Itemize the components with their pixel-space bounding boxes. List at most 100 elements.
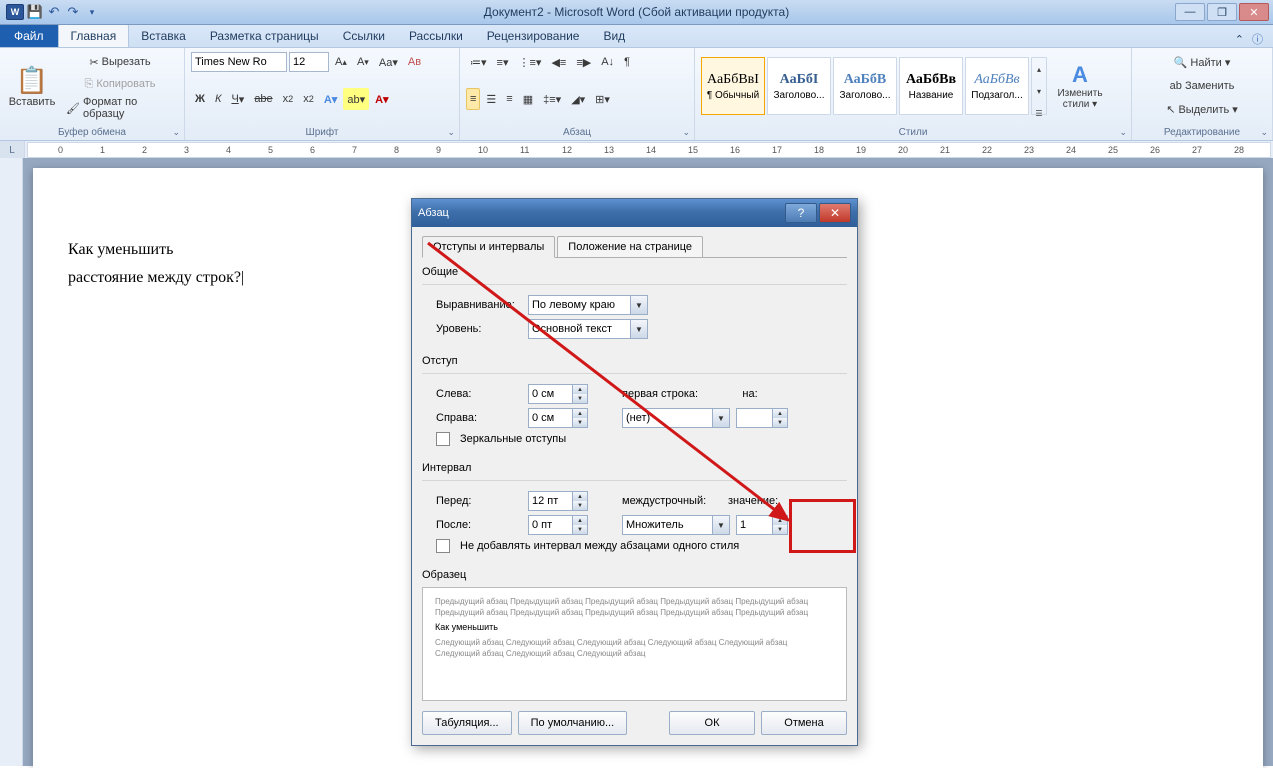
numbering-button[interactable]: ≡▾ [493,51,513,73]
close-button[interactable]: ✕ [1239,3,1269,21]
align-left-button[interactable]: ≡ [466,88,480,110]
outline-level-label: Уровень: [436,323,522,335]
alignment-combo[interactable]: По левому краю▼ [528,295,648,315]
spacing-before-label: Перед: [436,495,522,507]
font-name-combo[interactable]: Times New Ro [191,52,287,72]
grow-font-button[interactable]: A▴ [331,51,351,73]
text-effects-button[interactable]: A▾ [320,88,341,110]
tab-home[interactable]: Главная [58,24,130,47]
dialog-titlebar[interactable]: Абзац ? ✕ [412,199,857,227]
outline-level-combo[interactable]: Основной текст▼ [528,319,648,339]
paste-button[interactable]: 📋 Вставить [6,51,58,121]
bullets-button[interactable]: ≔▾ [466,51,491,73]
dialog-tabs: Отступы и интервалы Положение на страниц… [422,235,847,258]
change-case-button[interactable]: Aa▾ [375,51,402,73]
tabs-button[interactable]: Табуляция... [422,711,512,735]
style-normal[interactable]: АаБбВвI¶ Обычный [701,57,765,115]
spacing-before-spin[interactable]: 12 пт▲▼ [528,491,588,511]
horizontal-ruler[interactable]: 0123456789101112131415161718192021222324… [27,142,1271,158]
font-color-button[interactable]: A▾ [371,88,392,110]
chevron-down-icon: ▼ [630,296,647,314]
decrease-indent-button[interactable]: ◀≡ [547,51,570,73]
tab-references[interactable]: Ссылки [331,25,397,47]
replace-icon: ab [1170,80,1182,92]
dialog-tab-position[interactable]: Положение на странице [557,236,703,258]
dialog-close-button[interactable]: ✕ [819,203,851,223]
tab-insert[interactable]: Вставка [129,25,198,47]
format-painter-button[interactable]: 🖌 Формат по образцу [62,95,178,121]
cut-button[interactable]: ✂ Вырезать [62,51,178,73]
multilevel-button[interactable]: ⋮≡▾ [514,51,545,73]
tab-view[interactable]: Вид [591,25,637,47]
redo-icon[interactable]: ↷ [65,4,81,20]
default-button[interactable]: По умолчанию... [518,711,628,735]
line-spacing-button[interactable]: ‡≡▾ [539,88,565,110]
highlight-button[interactable]: ab▾ [343,88,369,110]
search-icon: 🔍 [1174,56,1188,69]
vertical-ruler[interactable] [0,158,23,766]
change-styles-button[interactable]: A Изменить стили ▾ [1049,59,1111,113]
spacing-after-spin[interactable]: 0 пт▲▼ [528,515,588,535]
styles-row-up[interactable]: ▴ [1032,58,1046,80]
dialog-tab-indents[interactable]: Отступы и интервалы [422,236,555,258]
dialog-help-button[interactable]: ? [785,203,817,223]
indent-right-spin[interactable]: 0 см▲▼ [528,408,588,428]
save-icon[interactable]: 💾 [27,4,43,20]
font-size-combo[interactable]: 12 [289,52,329,72]
bold-button[interactable]: Ж [191,88,209,110]
style-title[interactable]: АаБбВвНазвание [899,57,963,115]
help-icon[interactable]: ⓘ [1252,31,1263,47]
tab-layout[interactable]: Разметка страницы [198,25,331,47]
find-button[interactable]: 🔍 Найти ▾ [1138,52,1266,74]
style-heading2[interactable]: АаБбВЗаголово... [833,57,897,115]
subscript-button[interactable]: x2 [279,88,298,110]
dialog-title: Абзац [418,207,449,219]
styles-expand[interactable]: ☰ [1032,102,1046,124]
qat-dropdown-icon[interactable]: ▾ [84,4,100,20]
line-spacing-combo[interactable]: Множитель▼ [622,515,730,535]
align-right-button[interactable]: ≡ [502,88,516,110]
shrink-font-button[interactable]: A▾ [353,51,373,73]
increase-indent-button[interactable]: ≡▶ [572,51,595,73]
strikethrough-button[interactable]: abe [250,88,276,110]
group-editing: 🔍 Найти ▾ ab Заменить ↖ Выделить ▾ Редак… [1132,48,1273,140]
tab-review[interactable]: Рецензирование [475,25,592,47]
style-subtitle[interactable]: АаБбВвПодзагол... [965,57,1029,115]
superscript-button[interactable]: x2 [299,88,318,110]
sort-button[interactable]: A↓ [597,51,618,73]
tab-mailings[interactable]: Рассылки [397,25,475,47]
align-center-button[interactable]: ☰ [482,88,500,110]
justify-button[interactable]: ▦ [519,88,537,110]
style-heading1[interactable]: АаБбІЗаголово... [767,57,831,115]
ok-button[interactable]: ОК [669,711,755,735]
indent-left-spin[interactable]: 0 см▲▼ [528,384,588,404]
shading-button[interactable]: ◢▾ [567,88,589,110]
preview-box: Предыдущий абзац Предыдущий абзац Предыд… [422,587,847,701]
clear-format-button[interactable]: Aʙ [404,51,425,73]
line-spacing-at-spin[interactable]: 1▲▼ [736,515,788,535]
borders-button[interactable]: ⊞▾ [591,88,614,110]
italic-button[interactable]: К [211,88,225,110]
first-line-combo[interactable]: (нет)▼ [622,408,730,428]
no-space-label: Не добавлять интервал между абзацами одн… [460,540,739,552]
cancel-button[interactable]: Отмена [761,711,847,735]
mirror-indents-checkbox[interactable] [436,432,450,446]
tab-file[interactable]: Файл [0,25,58,47]
no-space-checkbox[interactable] [436,539,450,553]
undo-icon[interactable]: ↶ [46,4,62,20]
copy-button[interactable]: ⎘ Копировать [62,73,178,95]
minimize-button[interactable]: — [1175,3,1205,21]
window-titlebar: W 💾 ↶ ↷ ▾ Документ2 - Microsoft Word (Сб… [0,0,1273,25]
show-marks-button[interactable]: ¶ [620,51,634,73]
styles-row-down[interactable]: ▾ [1032,80,1046,102]
group-label-clipboard: Буфер обмена [6,125,178,140]
ruler-corner: L [0,141,25,159]
underline-button[interactable]: Ч▾ [227,88,248,110]
select-button[interactable]: ↖ Выделить ▾ [1138,98,1266,120]
styles-letter-icon: A [1072,62,1088,88]
replace-button[interactable]: ab Заменить [1138,75,1266,97]
ribbon-minimize-icon[interactable]: ⌃ [1235,33,1244,46]
group-label-paragraph: Абзац [466,125,688,140]
first-line-by-spin[interactable]: ▲▼ [736,408,788,428]
maximize-button[interactable]: ❐ [1207,3,1237,21]
